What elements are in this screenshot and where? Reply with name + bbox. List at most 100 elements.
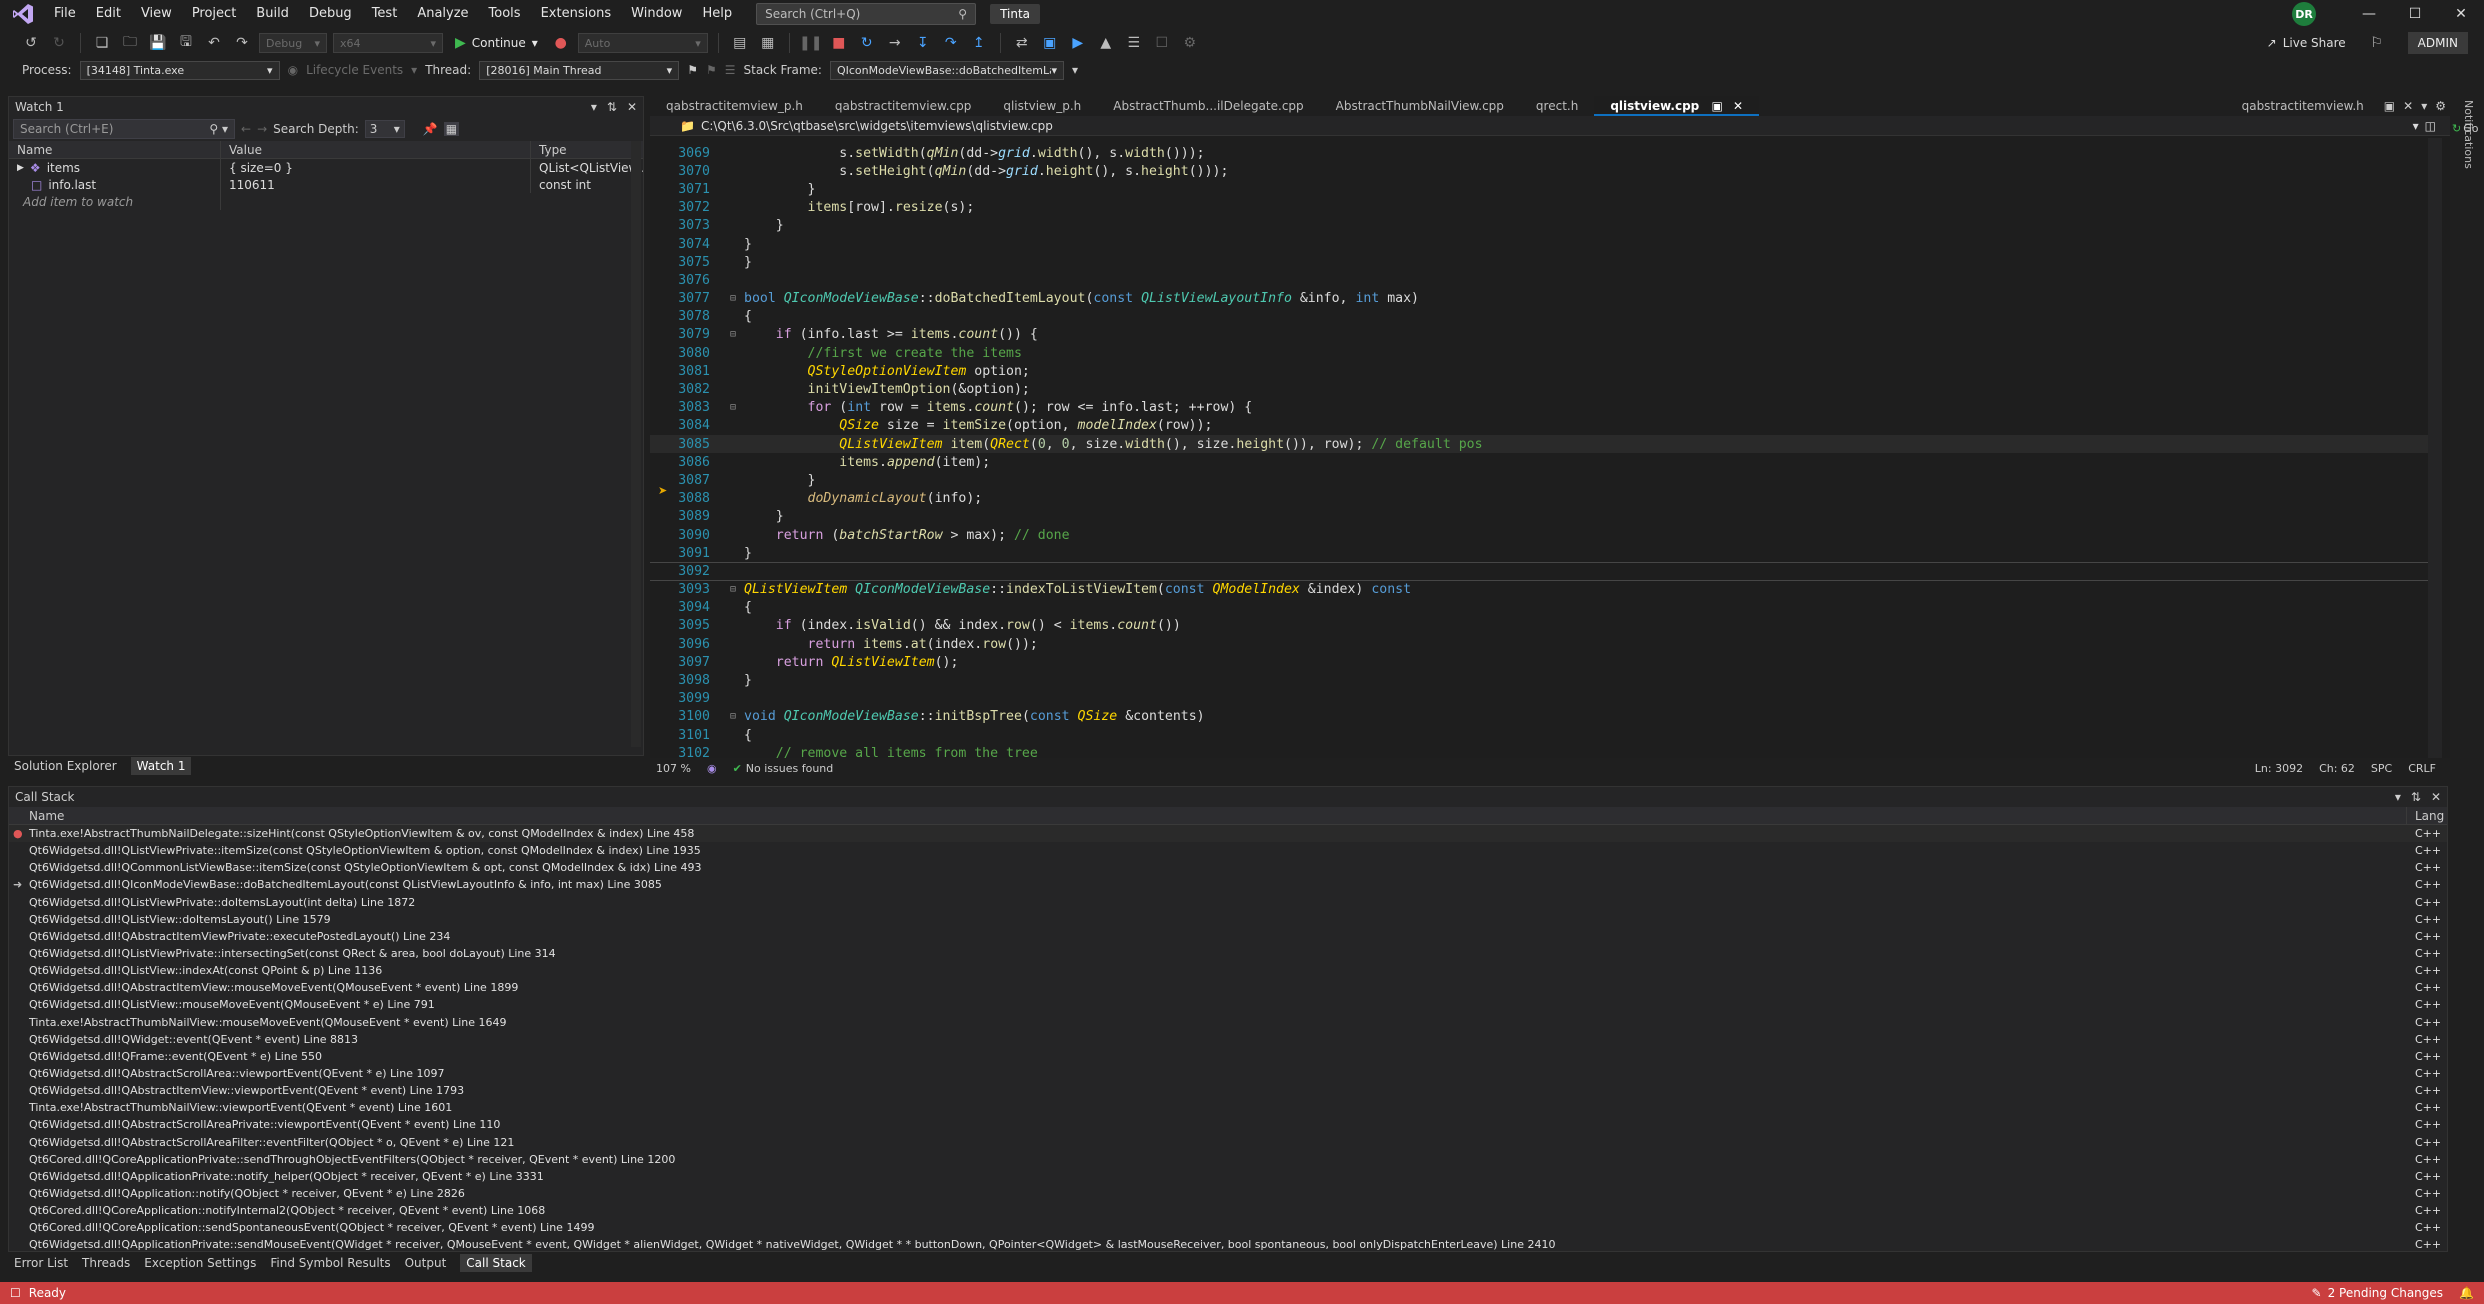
back-arrow-icon[interactable]: ← (241, 122, 251, 136)
window-options-icon[interactable]: ▾ (591, 100, 597, 114)
step-over-icon[interactable]: ↷ (940, 32, 962, 54)
menu-test[interactable]: Test (362, 0, 408, 28)
menu-tools[interactable]: Tools (479, 0, 531, 28)
diagnostics-icon[interactable]: ▲ (1095, 32, 1117, 54)
search-depth-dropdown[interactable]: 3 ▾ (364, 120, 405, 138)
menu-edit[interactable]: Edit (86, 0, 131, 28)
list-item[interactable]: Tinta.exe!AbstractThumbNailView::mouseMo… (9, 1014, 2447, 1031)
close-icon[interactable]: ✕ (2399, 96, 2417, 116)
tools-icon[interactable]: ⚙ (1179, 32, 1201, 54)
split-icon[interactable]: ◫ (2425, 119, 2436, 133)
overflow-icon[interactable]: ▾ (1072, 63, 1078, 77)
live-share-button[interactable]: ↗ Live Share (2267, 36, 2346, 50)
menu-extensions[interactable]: Extensions (531, 0, 622, 28)
list-item[interactable]: Qt6Widgetsd.dll!QListViewPrivate::doItem… (9, 894, 2447, 911)
menu-build[interactable]: Build (246, 0, 299, 28)
hex-display-icon[interactable]: ⇄ (1011, 32, 1033, 54)
pin-icon[interactable]: ⇅ (607, 100, 617, 114)
menu-window[interactable]: Window (621, 0, 692, 28)
tab-solution-explorer[interactable]: Solution Explorer (14, 759, 117, 773)
restart-icon[interactable]: ↻ (856, 32, 878, 54)
process-dropdown[interactable]: [34148] Tinta.exe ▾ (79, 60, 280, 80)
open-folder-icon[interactable]: 🗀 (119, 32, 141, 54)
layout-icon[interactable]: ▦ (757, 32, 779, 54)
list-item[interactable]: Qt6Widgetsd.dll!QCommonListViewBase::ite… (9, 859, 2447, 876)
watch-value[interactable]: 110611 (221, 176, 531, 193)
col-name[interactable]: Name (9, 807, 2407, 824)
table-row[interactable]: ▶ ❖ items { size=0 } QList<QListView... (9, 159, 643, 176)
file-path[interactable]: C:\Qt\6.3.0\Src\qtbase\src\widgets\itemv… (701, 119, 1053, 133)
tab-threads[interactable]: Threads (82, 1256, 130, 1270)
list-item[interactable]: Qt6Widgetsd.dll!QListView::mouseMoveEven… (9, 996, 2447, 1013)
fold-toggle-icon[interactable]: ⊟ (730, 711, 744, 722)
tab-abstractthumbnaildelegate-cpp[interactable]: AbstractThumb...ilDelegate.cpp (1097, 96, 1319, 116)
column-indicator[interactable]: Ch: 62 (2319, 762, 2355, 775)
lifecycle-events-icon[interactable]: ◉ (288, 63, 298, 77)
forward-navigation-icon[interactable]: ↻ (48, 32, 70, 54)
stop-icon[interactable]: ■ (828, 32, 850, 54)
tab-qlistview-p-h[interactable]: qlistview_p.h (987, 96, 1097, 116)
pending-changes[interactable]: ✎ 2 Pending Changes (2312, 1286, 2444, 1300)
menu-view[interactable]: View (131, 0, 182, 28)
list-item[interactable]: ➜ Qt6Widgetsd.dll!QIconModeViewBase::doBa… (9, 876, 2447, 893)
attach-debugger-icon[interactable]: ● (550, 32, 572, 54)
list-item[interactable]: Qt6Cored.dll!QCoreApplicationPrivate::se… (9, 1151, 2447, 1168)
issues-indicator[interactable]: ✔ No issues found (733, 762, 834, 775)
close-icon[interactable]: ✕ (1733, 99, 1743, 113)
configuration-dropdown[interactable]: Debug ▾ (259, 33, 327, 53)
browse-icon[interactable]: ▤ (729, 32, 751, 54)
feedback-icon[interactable]: ⚐ (2366, 32, 2388, 54)
run-icon[interactable]: ▶ (1067, 32, 1089, 54)
watch-search-input[interactable]: Search (Ctrl+E) ⚲ ▾ (13, 119, 235, 139)
close-icon[interactable]: ✕ (627, 100, 637, 114)
list-item[interactable]: Qt6Widgetsd.dll!QAbstractScrollAreaFilte… (9, 1134, 2447, 1151)
menu-file[interactable]: File (44, 0, 86, 28)
add-watch-row[interactable]: Add item to watch (9, 193, 643, 210)
list-item[interactable]: Qt6Widgetsd.dll!QAbstractScrollAreaPriva… (9, 1116, 2447, 1133)
line-indicator[interactable]: Ln: 3092 (2255, 762, 2303, 775)
settings-icon[interactable]: ⚙ (2431, 96, 2450, 116)
list-item[interactable]: Qt6Widgetsd.dll!QAbstractItemView::viewp… (9, 1082, 2447, 1099)
pin-icon[interactable]: ▣ (1711, 99, 1722, 113)
step-into-icon[interactable]: ↧ (912, 32, 934, 54)
list-item[interactable]: Tinta.exe!AbstractThumbNailView::viewpor… (9, 1099, 2447, 1116)
list-item[interactable]: Qt6Widgetsd.dll!QFrame::event(QEvent * e… (9, 1048, 2447, 1065)
tab-exception-settings[interactable]: Exception Settings (144, 1256, 256, 1270)
col-type[interactable]: Type (531, 141, 643, 158)
col-lang[interactable]: Lang (2407, 807, 2447, 824)
fold-toggle-icon[interactable]: ⊟ (730, 329, 744, 340)
code-area[interactable]: 3069 s.setWidth(qMin(dd->grid.width(), s… (650, 138, 2440, 758)
list-item[interactable]: Qt6Widgetsd.dll!QListView::indexAt(const… (9, 962, 2447, 979)
flag-icon[interactable]: ⚑ (687, 63, 698, 77)
show-next-statement-icon[interactable]: → (884, 32, 906, 54)
list-item[interactable]: Qt6Cored.dll!QCoreApplication::sendSpont… (9, 1219, 2447, 1236)
col-value[interactable]: Value (221, 141, 531, 158)
watch-value[interactable]: { size=0 } (221, 159, 531, 176)
window-options-icon[interactable]: ▾ (2395, 790, 2401, 804)
redo-icon[interactable]: ↷ (231, 32, 253, 54)
new-project-icon[interactable]: ❏ (91, 32, 113, 54)
notifications-bell-icon[interactable]: 🔔 (2459, 1286, 2474, 1300)
list-item[interactable]: Qt6Widgetsd.dll!QListViewPrivate::itemSi… (9, 842, 2447, 859)
hex-view-icon[interactable]: ▦ (443, 122, 460, 136)
list-item[interactable]: Qt6Widgetsd.dll!QWidget::event(QEvent * … (9, 1031, 2447, 1048)
line-ending-indicator[interactable]: CRLF (2408, 762, 2436, 775)
list-item[interactable]: Qt6Widgetsd.dll!QApplicationPrivate::not… (9, 1168, 2447, 1185)
close-icon[interactable]: ✕ (2438, 6, 2484, 22)
list-item[interactable]: Qt6Widgetsd.dll!QListViewPrivate::inters… (9, 945, 2447, 962)
go-button[interactable]: ↻ Go (2452, 122, 2478, 135)
global-search-box[interactable]: Search (Ctrl+Q) ⚲ (756, 3, 977, 25)
menu-debug[interactable]: Debug (299, 0, 362, 28)
tab-qabstractitemview-p-h[interactable]: qabstractitemview_p.h (650, 96, 819, 116)
lifecycle-events-label[interactable]: Lifecycle Events (306, 63, 403, 77)
forward-arrow-icon[interactable]: → (257, 122, 267, 136)
save-icon[interactable]: 💾 (147, 32, 169, 54)
fold-toggle-icon[interactable]: ⊟ (730, 293, 744, 304)
menu-project[interactable]: Project (182, 0, 246, 28)
chevron-down-icon[interactable]: ▾ (2413, 119, 2419, 133)
pin-icon[interactable]: ▣ (2380, 96, 2399, 116)
pin-icon[interactable]: ⇅ (2411, 790, 2421, 804)
menu-analyze[interactable]: Analyze (407, 0, 478, 28)
list-item[interactable]: ● Tinta.exe!AbstractThumbNailDelegate::si… (9, 825, 2447, 843)
minimize-icon[interactable]: — (2346, 6, 2392, 22)
